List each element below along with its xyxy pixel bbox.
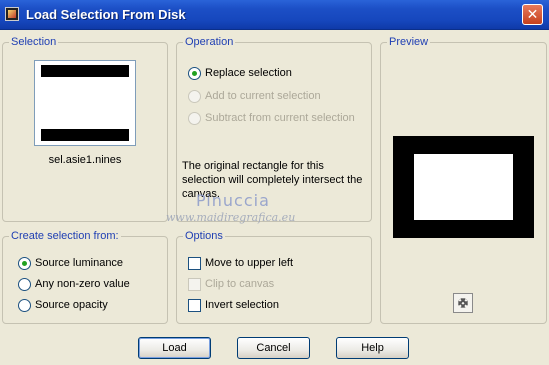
- checkbox-label: Invert selection: [205, 299, 279, 311]
- radio-button-disabled: [188, 89, 201, 103]
- radio-button[interactable]: [18, 298, 31, 312]
- preview-toggle-icon[interactable]: [453, 293, 473, 313]
- radio-replace-selection[interactable]: Replace selection: [188, 65, 292, 81]
- checkbox-clip-to-canvas: Clip to canvas: [188, 276, 274, 292]
- options-group-label: Options: [183, 230, 225, 242]
- selection-group-label: Selection: [9, 36, 59, 48]
- title-bar: Load Selection From Disk ✕: [0, 0, 549, 30]
- app-icon: [5, 7, 19, 21]
- radio-button-checked[interactable]: [188, 66, 201, 80]
- thumbnail-image: [37, 63, 133, 143]
- radio-any-non-zero[interactable]: Any non-zero value: [18, 276, 130, 292]
- checkbox-label: Clip to canvas: [205, 278, 275, 290]
- radio-button-disabled: [188, 111, 201, 125]
- radio-source-opacity[interactable]: Source opacity: [18, 297, 108, 313]
- radio-label: Replace selection: [205, 67, 292, 79]
- radio-button[interactable]: [18, 277, 31, 291]
- preview-group-label: Preview: [387, 36, 431, 48]
- checkbox-invert-selection[interactable]: Invert selection: [188, 297, 279, 313]
- operation-group-label: Operation: [183, 36, 236, 48]
- create-from-group-label: Create selection from:: [9, 230, 121, 242]
- radio-add-to-selection: Add to current selection: [188, 88, 321, 104]
- selection-file-name: sel.asie1.nines: [48, 154, 122, 166]
- radio-label: Source luminance: [35, 257, 124, 269]
- load-button[interactable]: Load: [138, 337, 211, 359]
- radio-label: Any non-zero value: [35, 278, 130, 290]
- radio-button-checked[interactable]: [18, 256, 31, 270]
- checkbox-disabled: [188, 277, 201, 291]
- checkbox-move-to-upper-left[interactable]: Move to upper left: [188, 255, 293, 271]
- cancel-button[interactable]: Cancel: [237, 337, 310, 359]
- checkbox[interactable]: [188, 256, 201, 270]
- watermark-name: Pinuccia: [196, 191, 270, 210]
- radio-label: Add to current selection: [205, 90, 321, 102]
- radio-label: Source opacity: [35, 299, 108, 311]
- close-button[interactable]: ✕: [522, 4, 543, 25]
- selection-thumbnail[interactable]: [34, 60, 136, 146]
- thumbnail-bar-bottom: [41, 129, 129, 141]
- thumbnail-bar-top: [41, 65, 129, 77]
- window-title: Load Selection From Disk: [26, 7, 186, 22]
- preview-image: [393, 136, 534, 238]
- radio-label: Subtract from current selection: [205, 112, 355, 124]
- radio-source-luminance[interactable]: Source luminance: [18, 255, 123, 271]
- preview-selection-area: [414, 154, 513, 220]
- watermark-url: www.maidiregrafica.eu: [166, 211, 296, 224]
- radio-subtract-from-selection: Subtract from current selection: [188, 110, 355, 126]
- checkbox[interactable]: [188, 298, 201, 312]
- checkbox-label: Move to upper left: [205, 257, 294, 269]
- help-button[interactable]: Help: [336, 337, 409, 359]
